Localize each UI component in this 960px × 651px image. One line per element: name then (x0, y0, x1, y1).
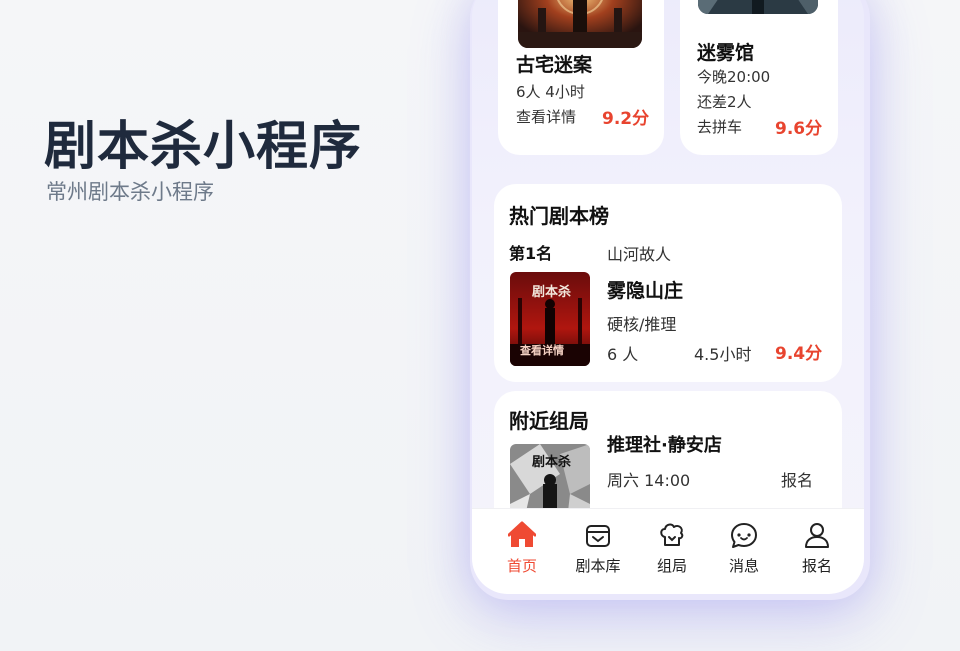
script-card-miwuguan[interactable]: 迷雾馆 今晚20:00 还差2人 去拼车 9.6分 (680, 0, 838, 155)
thumb-title: 剧本杀 (532, 455, 572, 470)
view-details-link[interactable]: 查看详情 (516, 106, 576, 127)
script-name: 古宅迷案 (516, 54, 593, 76)
message-icon (731, 523, 757, 548)
tab-messages[interactable]: 消息 (709, 509, 779, 589)
script-score: 9.2分 (602, 109, 650, 129)
nearby-card[interactable]: 附近组局 剧本杀 推理社·静安店 周六 14:00 报名 (494, 391, 842, 508)
ranking-thumbnail: 剧本杀 查看详情 (510, 272, 590, 366)
script-score: 9.6分 (775, 119, 823, 139)
thumb-caption: 查看详情 (520, 344, 564, 357)
signup-button[interactable]: 报名 (781, 467, 813, 491)
nearby-title: 附近组局 (509, 409, 589, 433)
script-cover-image (518, 0, 642, 48)
script-cover-image (698, 0, 818, 14)
tab-home[interactable]: 首页 (487, 509, 557, 589)
rank-label: 第1名 (509, 244, 553, 263)
script-card-guzhai[interactable]: 古宅迷案 6人 4小时 查看详情 9.2分 (498, 0, 664, 155)
script-name: 迷雾馆 (697, 42, 755, 64)
tab-signup[interactable]: 报名 (782, 509, 852, 589)
tab-label: 首页 (506, 557, 537, 575)
tab-label: 消息 (728, 557, 759, 575)
phone-frame: 古宅迷案 6人 4小时 查看详情 9.2分 迷雾馆 今晚20:00 还差2人 去… (472, 0, 864, 594)
ranking-title: 热门剧本榜 (509, 204, 609, 228)
script-players-duration: 6人 4小时 (516, 83, 585, 101)
join-carpool-link[interactable]: 去拼车 (697, 116, 742, 137)
tab-label: 剧本库 (575, 557, 621, 575)
tab-script-library[interactable]: 剧本库 (563, 509, 633, 589)
thumb-title: 剧本杀 (532, 285, 572, 300)
nearby-thumbnail: 剧本杀 (510, 444, 590, 508)
group-icon (660, 523, 684, 546)
ranking-players: 6 人 (607, 345, 639, 364)
ranking-genre: 硬核/推理 (607, 315, 677, 334)
tab-group[interactable]: 组局 (637, 509, 707, 589)
ranking-duration: 4.5小时 (694, 345, 752, 364)
home-scroll-area[interactable]: 古宅迷案 6人 4小时 查看详情 9.2分 迷雾馆 今晚20:00 还差2人 去… (472, 0, 864, 508)
bottom-tab-bar: 首页 剧本库 组局 消息 报名 (472, 508, 864, 594)
script-library-icon (586, 525, 610, 547)
ranking-script-name: 雾隐山庄 (607, 280, 684, 302)
home-icon (508, 521, 536, 547)
tab-label: 报名 (801, 557, 832, 575)
user-icon (805, 523, 829, 548)
seats-remaining: 还差2人 (697, 93, 752, 111)
session-time: 今晚20:00 (697, 68, 771, 86)
hero-subtitle: 常州剧本杀小程序 (46, 180, 214, 204)
ranking-card[interactable]: 热门剧本榜 第1名 山河故人 剧本杀 查看详情 雾隐山庄 硬核/推理 6 人 4… (494, 184, 842, 382)
tab-label: 组局 (656, 557, 687, 575)
rank-script-name: 山河故人 (607, 245, 672, 264)
ranking-score: 9.4分 (775, 344, 823, 364)
venue-name: 推理社·静安店 (607, 435, 722, 456)
hero-title: 剧本杀小程序 (44, 117, 363, 177)
session-time: 周六 14:00 (607, 471, 691, 490)
